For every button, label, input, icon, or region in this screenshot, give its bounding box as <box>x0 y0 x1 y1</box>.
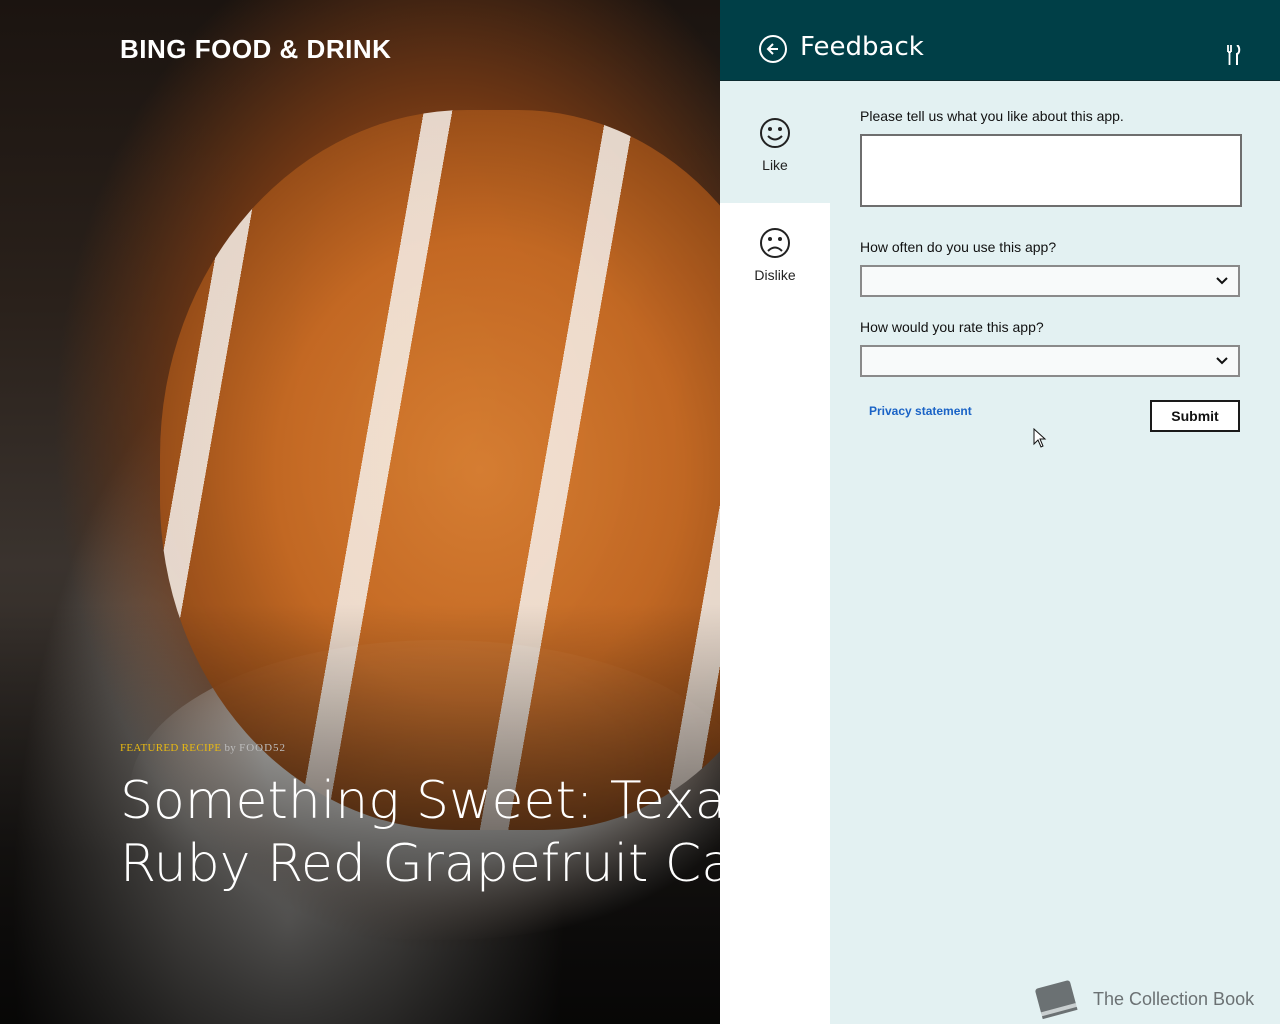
feedback-type-rail: Like Dislike <box>720 93 830 1024</box>
flyout-title: Feedback <box>800 32 924 62</box>
rating-question-label: How would you rate this app? <box>860 319 1044 335</box>
like-comment-input[interactable] <box>860 134 1242 207</box>
byline-by: by <box>224 742 237 754</box>
submit-button[interactable]: Submit <box>1150 400 1240 432</box>
back-button[interactable] <box>759 35 787 63</box>
watermark-text: The Collection Book <box>1093 989 1255 1009</box>
featured-byline[interactable]: FEATURED RECIPE by FOOD52 <box>120 742 286 754</box>
frequency-select[interactable] <box>860 265 1240 297</box>
featured-headline[interactable]: Something Sweet: Texas Ruby Red Grapefru… <box>120 770 720 896</box>
flyout-header: Feedback <box>720 0 1280 81</box>
app-title: BING FOOD & DRINK <box>120 34 392 64</box>
headline-line-2: Ruby Red Grapefruit Cake <box>120 834 720 894</box>
chevron-down-icon <box>1216 357 1228 365</box>
like-label: Like <box>762 157 788 173</box>
like-tab[interactable]: Like <box>720 93 830 203</box>
like-question-label: Please tell us what you like about this … <box>860 108 1124 124</box>
utensils-icon[interactable] <box>1226 45 1242 65</box>
dislike-label: Dislike <box>754 267 796 283</box>
chevron-down-icon <box>1216 277 1228 285</box>
byline-source: FOOD52 <box>239 742 287 754</box>
back-arrow-icon <box>766 43 778 55</box>
mouse-pointer-icon <box>1033 428 1047 448</box>
watermark: The Collection Book <box>1028 974 1268 1024</box>
rating-select[interactable] <box>860 345 1240 377</box>
frown-icon <box>760 228 790 258</box>
feedback-form: Please tell us what you like about this … <box>860 108 1242 377</box>
book-icon <box>1035 980 1078 1020</box>
feedback-flyout: Feedback Like Dislike Please tell us wha… <box>720 0 1280 1024</box>
smiley-icon <box>760 118 790 148</box>
frequency-question-label: How often do you use this app? <box>860 239 1057 255</box>
privacy-statement-link[interactable]: Privacy statement <box>869 404 972 418</box>
dislike-tab[interactable]: Dislike <box>720 203 830 313</box>
hero-background: BING FOOD & DRINK FEATURED RECIPE by FOO… <box>0 0 720 1024</box>
headline-line-1: Something Sweet: Texas <box>120 771 720 831</box>
featured-tag: FEATURED RECIPE <box>120 742 222 754</box>
